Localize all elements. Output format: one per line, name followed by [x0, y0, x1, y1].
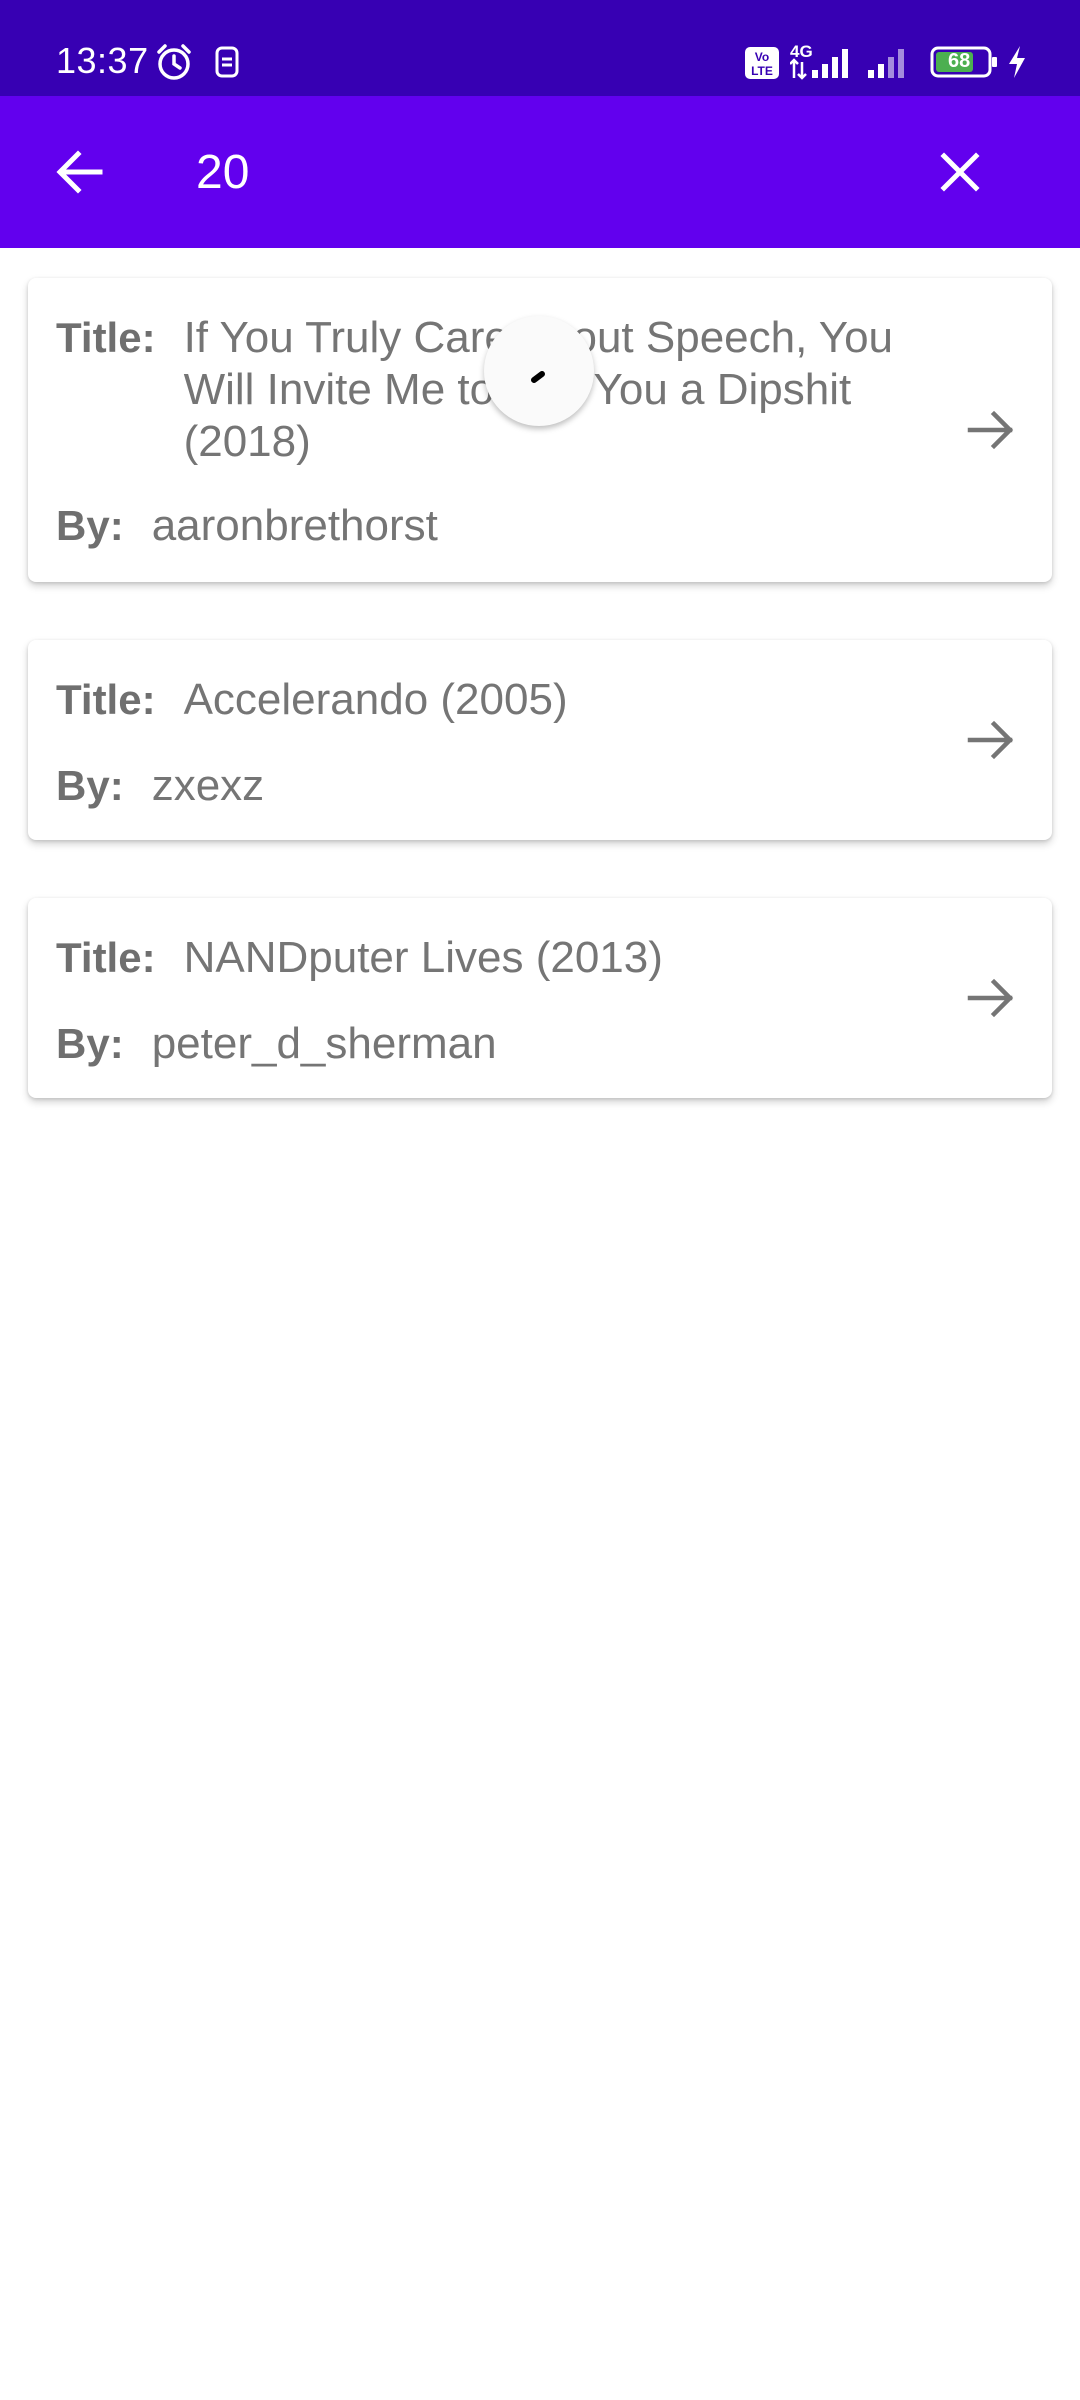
result-card[interactable]: Title: Accelerando (2005) By: zxexz	[28, 640, 1052, 840]
title-label: Title:	[56, 314, 156, 361]
forward-arrow-icon[interactable]	[964, 402, 1020, 458]
search-input[interactable]	[196, 140, 876, 204]
by-label: By:	[56, 502, 124, 549]
status-bar: 13:37 Vo LTE 4G 68	[0, 0, 1080, 96]
by-label: By:	[56, 762, 124, 809]
status-time: 13:37	[56, 40, 149, 81]
story-author: aaronbrethorst	[151, 501, 438, 550]
search-app-bar	[0, 96, 1080, 248]
battery-level: 68	[948, 50, 971, 72]
loading-spinner	[484, 316, 594, 426]
back-arrow-icon[interactable]	[50, 142, 110, 202]
forward-arrow-icon[interactable]	[964, 970, 1020, 1026]
title-label: Title:	[56, 676, 156, 723]
alarm-icon	[154, 42, 194, 87]
result-card[interactable]: Title: NANDputer Lives (2013) By: peter_…	[28, 898, 1052, 1098]
sim-icon	[214, 46, 240, 83]
forward-arrow-icon[interactable]	[964, 712, 1020, 768]
by-label: By:	[56, 1020, 124, 1067]
title-label: Title:	[56, 934, 156, 981]
svg-text:Vo: Vo	[755, 50, 769, 64]
volte-icon: Vo LTE	[744, 46, 780, 85]
story-author: peter_d_sherman	[151, 1019, 497, 1068]
svg-text:LTE: LTE	[751, 64, 773, 78]
story-title: Accelerando (2005)	[183, 675, 568, 724]
charging-icon	[1006, 44, 1028, 85]
signal-icon	[789, 44, 856, 85]
story-author: zxexz	[151, 761, 265, 810]
signal-icon-2	[866, 44, 918, 85]
story-title: NANDputer Lives (2013)	[183, 933, 663, 982]
close-icon[interactable]	[930, 142, 990, 202]
